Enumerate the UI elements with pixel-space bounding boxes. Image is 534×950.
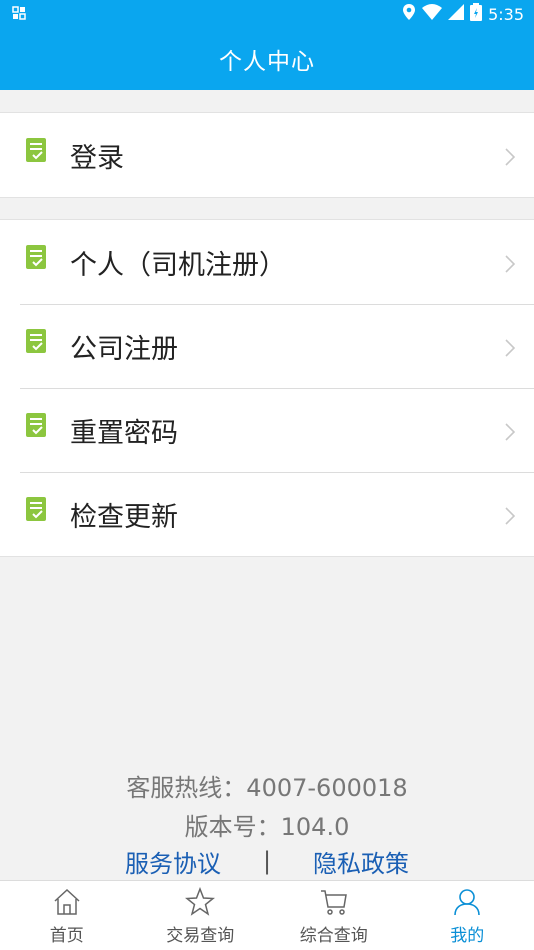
menu-item-check-update[interactable]: 检查更新 [0,472,534,556]
battery-icon [470,3,483,25]
document-check-icon [26,329,46,353]
signal-icon [448,4,465,24]
tab-label: 我的 [450,926,485,946]
tab-label: 首页 [49,926,84,946]
menu-item-label: 公司注册 [70,333,178,365]
notification-icon [12,5,26,24]
hotline-text: 客服热线：4007-600018 [126,774,408,802]
link-separator: | [262,847,272,875]
privacy-policy-link[interactable]: 隐私政策 [313,844,409,879]
menu-group-account: 个人（司机注册） 公司注册 重置密码 检查更新 [0,219,534,557]
menu-item-label: 个人（司机注册） [70,249,286,281]
policy-links: 服务协议 | 隐私政策 [0,843,534,879]
menu-item-label: 重置密码 [70,417,178,449]
wifi-icon [422,4,443,24]
location-icon [402,3,416,25]
bottom-tab-bar: 首页 交易查询 综合查询 我的 [0,880,534,950]
menu-item-reset-password[interactable]: 重置密码 [0,388,534,472]
menu-item-label: 登录 [70,142,124,174]
tab-home[interactable]: 首页 [0,881,134,950]
chevron-right-icon [505,255,516,273]
tab-mine[interactable]: 我的 [401,881,534,950]
document-check-icon [26,138,46,162]
menu-item-login[interactable]: 登录 [0,113,534,197]
menu-group-login: 登录 [0,112,534,198]
menu-item-driver-register[interactable]: 个人（司机注册） [0,220,534,304]
page-title: 个人中心 [219,49,315,75]
tab-label: 综合查询 [299,926,368,946]
star-icon [185,887,216,916]
cart-icon [320,890,347,915]
tab-transactions[interactable]: 交易查询 [134,881,268,950]
document-check-icon [26,245,46,269]
menu-item-company-register[interactable]: 公司注册 [0,304,534,388]
app-bar: 个人中心 [0,28,534,90]
service-agreement-link[interactable]: 服务协议 [125,844,221,879]
chevron-right-icon [505,339,516,357]
tab-general-query[interactable]: 综合查询 [267,881,401,950]
document-check-icon [26,497,46,521]
clock-time: 5:35 [488,4,524,24]
status-bar: 5:35 [0,0,534,28]
version-text: 版本号：104.0 [184,813,350,841]
tab-label: 交易查询 [166,926,235,946]
home-icon [54,888,80,915]
person-icon [454,889,481,916]
document-check-icon [26,413,46,437]
chevron-right-icon [505,148,516,166]
chevron-right-icon [505,423,516,441]
menu-item-label: 检查更新 [70,501,178,533]
chevron-right-icon [505,507,516,525]
